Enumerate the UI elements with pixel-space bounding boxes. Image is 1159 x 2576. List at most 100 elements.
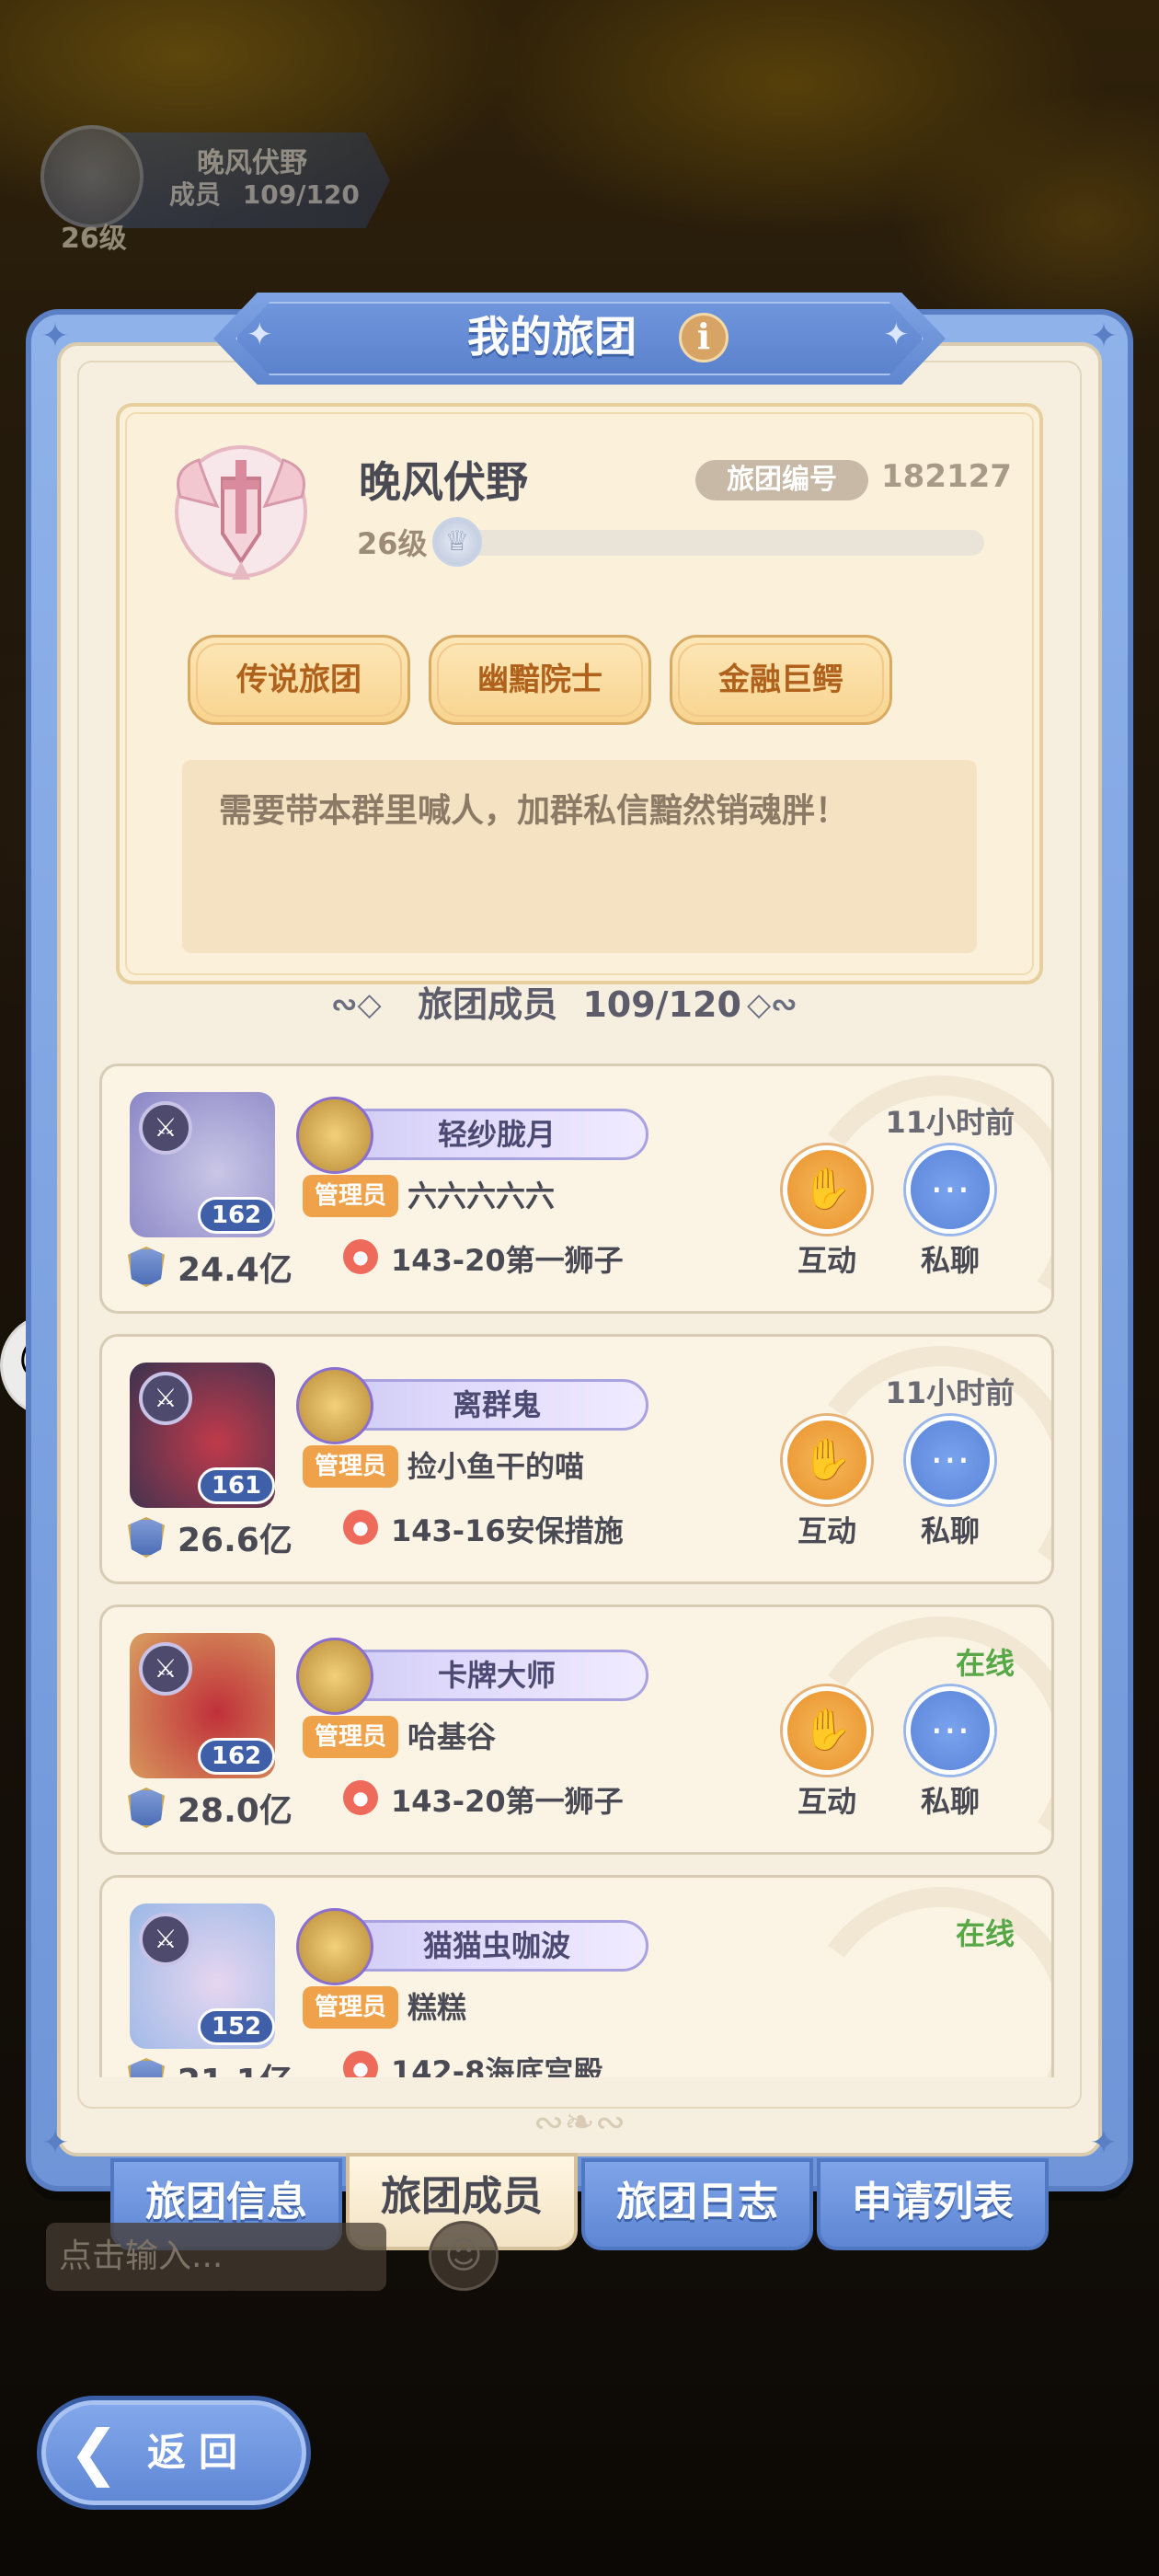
handshake-icon: ✋ xyxy=(801,1707,853,1754)
background-guild-badge: 晚风伏野 成员 109/120 26级 xyxy=(13,120,399,255)
member-level: 152 xyxy=(198,2008,275,2045)
location-pin-icon: ● xyxy=(343,1510,378,1545)
corner-star-icon: ✦ xyxy=(1089,2124,1119,2162)
title-emblem-icon xyxy=(296,1638,373,1715)
member-title: 轻纱胧月 xyxy=(437,1117,556,1152)
member-power: 21.1亿 xyxy=(178,2054,293,2077)
member-server: 143-20第一狮子 xyxy=(391,1784,624,1819)
panel-bottom-ornament-icon: ∾❧∾ xyxy=(533,2101,626,2144)
members-header-count: 109/120 xyxy=(582,984,741,1025)
member-card[interactable]: ⚔ 162 24.4亿 轻纱胧月 管理员 六六六六六 ● 143-20第一狮子 … xyxy=(99,1064,1054,1314)
chat-icon: ⋯ xyxy=(930,1707,970,1754)
power-shield-icon xyxy=(128,2058,165,2077)
chat-input[interactable]: 点击输入... xyxy=(46,2223,386,2291)
class-emblem-icon: ⚔ xyxy=(139,1913,192,1966)
tab-application-list[interactable]: 申请列表 xyxy=(817,2158,1049,2250)
private-chat-label: 私聊 xyxy=(920,1513,980,1548)
header-ornament-right-icon: ◇∾ xyxy=(747,986,798,1023)
member-name: 糕糕 xyxy=(407,1990,467,2025)
member-title-ribbon: 卡牌大师 xyxy=(296,1638,648,1715)
emoji-button[interactable]: ☺ xyxy=(429,2221,499,2291)
tab-label: 旅团信息 xyxy=(145,2179,307,2225)
guild-title-badge[interactable]: 幽黯院士 xyxy=(429,635,651,725)
private-chat-button[interactable]: ⋯ xyxy=(906,1145,994,1234)
member-status: 在线 xyxy=(955,1916,1015,1951)
role-badge: 管理员 xyxy=(303,1175,398,1217)
interact-label: 互动 xyxy=(797,1784,856,1819)
guild-title-label: 传说旅团 xyxy=(236,661,361,698)
member-list[interactable]: ⚔ 162 24.4亿 轻纱胧月 管理员 六六六六六 ● 143-20第一狮子 … xyxy=(83,1049,1076,2077)
role-badge: 管理员 xyxy=(303,1445,398,1488)
guild-emblem-icon xyxy=(175,445,307,580)
member-server: 143-16安保措施 xyxy=(391,1513,624,1548)
member-title: 离群鬼 xyxy=(452,1387,541,1422)
guild-title-label: 幽黯院士 xyxy=(477,661,602,698)
member-title: 猫猫虫咖波 xyxy=(422,1928,570,1963)
title-star-left-icon: ✦ xyxy=(247,316,273,353)
member-power: 24.4亿 xyxy=(178,1251,293,1289)
member-title-ribbon: 离群鬼 xyxy=(296,1367,648,1444)
interact-label: 互动 xyxy=(797,1243,856,1278)
tab-label: 旅团日志 xyxy=(616,2179,778,2225)
member-status: 11小时前 xyxy=(885,1105,1015,1140)
class-emblem-icon: ⚔ xyxy=(139,1101,192,1155)
corner-star-icon: ✦ xyxy=(40,2124,70,2162)
badge-level: 26级 xyxy=(61,223,127,255)
guild-title-badge[interactable]: 金融巨鳄 xyxy=(670,635,892,725)
member-status: 在线 xyxy=(955,1646,1015,1681)
private-chat-button[interactable]: ⋯ xyxy=(906,1686,994,1775)
member-title: 卡牌大师 xyxy=(437,1658,556,1693)
corner-star-icon: ✦ xyxy=(40,317,70,355)
member-status: 11小时前 xyxy=(885,1375,1015,1410)
guild-motto: 需要带本群里喊人，加群私信黯然销魂胖！ xyxy=(219,792,849,830)
chat-icon: ⋯ xyxy=(930,1436,970,1483)
tab-guild-log[interactable]: 旅团日志 xyxy=(581,2158,813,2250)
chat-icon: ⋯ xyxy=(930,1166,970,1213)
member-card[interactable]: ⚔ 162 28.0亿 卡牌大师 管理员 哈基谷 ● 143-20第一狮子 在线… xyxy=(99,1604,1054,1855)
title-emblem-icon xyxy=(296,1367,373,1444)
power-shield-icon xyxy=(128,1788,165,1828)
interact-button[interactable]: ✋ xyxy=(783,1686,871,1775)
title-emblem-icon xyxy=(296,1908,373,1985)
interact-button[interactable]: ✋ xyxy=(783,1416,871,1504)
crown-icon: ♕ xyxy=(432,517,482,567)
interact-label: 互动 xyxy=(797,1513,856,1548)
member-server: 142-8海底宫殿 xyxy=(391,2054,603,2077)
member-power: 26.6亿 xyxy=(178,1522,293,1559)
badge-members: 成员 109/120 xyxy=(169,175,360,212)
panel-title: 我的旅团 xyxy=(467,312,637,362)
member-name: 哈基谷 xyxy=(407,1719,497,1754)
guild-title-label: 金融巨鳄 xyxy=(718,661,843,698)
info-icon[interactable]: i xyxy=(679,313,729,362)
role-badge: 管理员 xyxy=(303,1986,398,2029)
back-arrow-icon: ❮ xyxy=(68,2417,120,2488)
member-title-ribbon: 轻纱胧月 xyxy=(296,1097,648,1174)
back-button-label: 返回 xyxy=(147,2430,251,2475)
member-level: 162 xyxy=(198,1197,275,1234)
guild-title-badge[interactable]: 传说旅团 xyxy=(188,635,410,725)
location-pin-icon: ● xyxy=(343,2051,378,2077)
tab-label: 旅团成员 xyxy=(381,2173,543,2220)
interact-button[interactable]: ✋ xyxy=(783,1145,871,1234)
emoji-icon: ☺ xyxy=(444,2235,483,2277)
class-emblem-icon: ⚔ xyxy=(139,1642,192,1696)
title-star-right-icon: ✦ xyxy=(883,316,910,353)
class-emblem-icon: ⚔ xyxy=(139,1372,192,1425)
power-shield-icon xyxy=(128,1247,165,1287)
badge-members-label: 成员 xyxy=(169,179,222,210)
handshake-icon: ✋ xyxy=(801,1436,853,1483)
member-card[interactable]: ⚔ 161 26.6亿 离群鬼 管理员 捡小鱼干的喵 ● 143-16安保措施 … xyxy=(99,1334,1054,1584)
member-server: 143-20第一狮子 xyxy=(391,1243,624,1278)
member-card[interactable]: ⚔ 152 21.1亿 猫猫虫咖波 管理员 糕糕 ● 142-8海底宫殿 在线 xyxy=(99,1875,1054,2077)
member-level: 161 xyxy=(198,1467,275,1504)
title-emblem-icon xyxy=(296,1097,373,1174)
members-header-label: 旅团成员 xyxy=(418,984,558,1025)
private-chat-button[interactable]: ⋯ xyxy=(906,1416,994,1504)
member-power: 28.0亿 xyxy=(178,1792,293,1830)
badge-members-count: 109/120 xyxy=(242,179,360,210)
guild-id-label: 旅团编号 xyxy=(695,460,868,500)
private-chat-label: 私聊 xyxy=(920,1784,980,1819)
handshake-icon: ✋ xyxy=(801,1166,853,1213)
member-level: 162 xyxy=(198,1738,275,1775)
member-title-ribbon: 猫猫虫咖波 xyxy=(296,1908,648,1985)
